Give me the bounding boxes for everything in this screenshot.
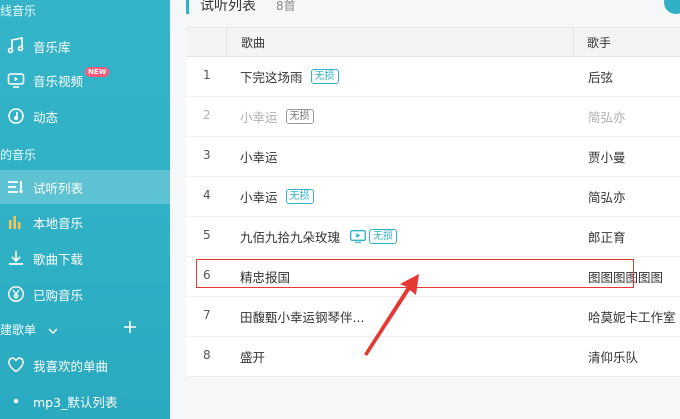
annotation-arrow (364, 274, 419, 356)
